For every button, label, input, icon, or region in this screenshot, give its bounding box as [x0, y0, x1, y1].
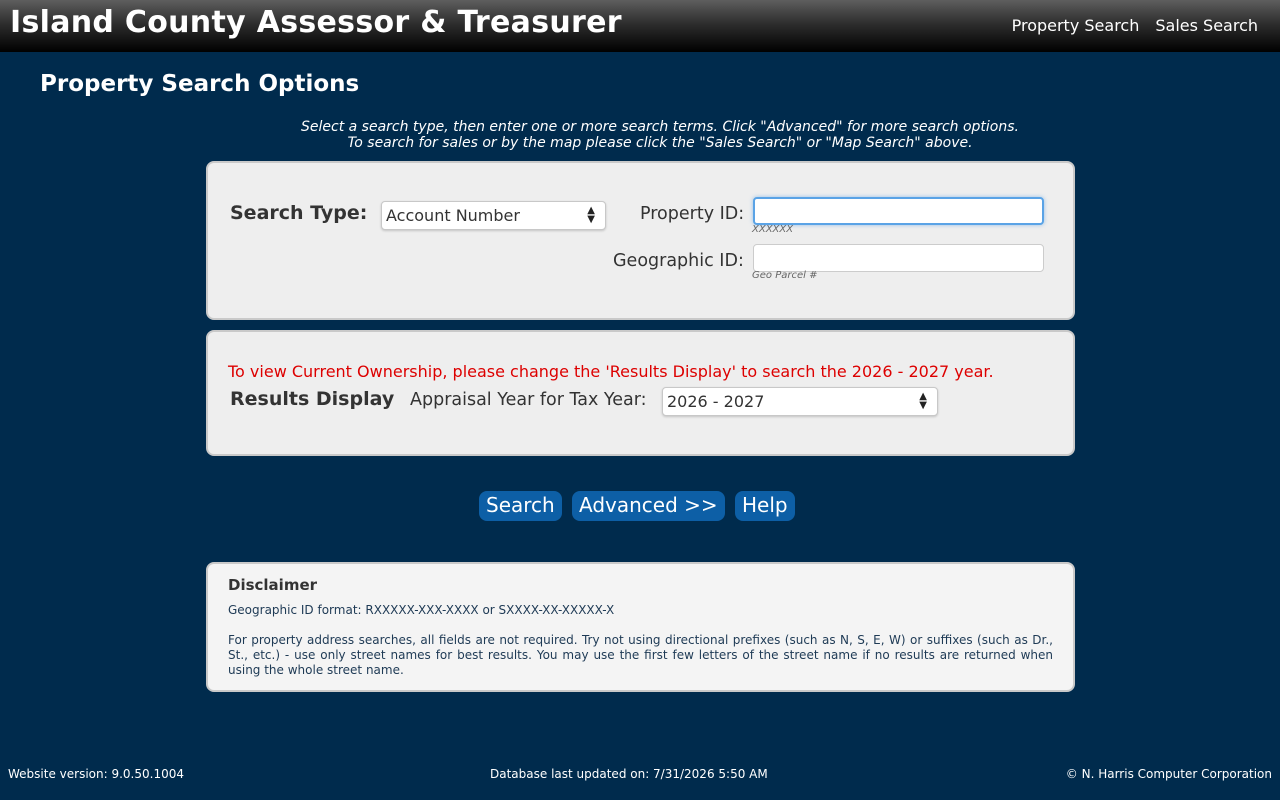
search-panel: Search Type: Account Number ▲ ▼ Property … — [206, 161, 1075, 320]
geographic-id-input[interactable] — [753, 244, 1044, 272]
intro-line-2: To search for sales or by the map please… — [347, 135, 973, 151]
site-title: Island County Assessor & Treasurer — [10, 5, 622, 40]
disclaimer-address-tips: For property address searches, all field… — [228, 633, 1053, 677]
help-button[interactable]: Help — [735, 491, 795, 521]
website-version: Website version: 9.0.50.1004 — [8, 767, 184, 781]
main-nav: Property Search Sales Search — [1012, 16, 1258, 35]
disclaimer-title: Disclaimer — [228, 576, 318, 594]
disclaimer-panel: Disclaimer Geographic ID format: RXXXXX-… — [206, 562, 1075, 692]
search-button[interactable]: Search — [479, 491, 562, 521]
ownership-warning: To view Current Ownership, please change… — [228, 362, 994, 381]
property-id-hint: XXXXXX — [752, 224, 794, 235]
intro-text: Select a search type, then enter one or … — [0, 119, 1280, 151]
property-id-input[interactable] — [753, 197, 1044, 225]
advanced-button[interactable]: Advanced >> — [572, 491, 725, 521]
disclaimer-geo-format: Geographic ID format: RXXXXX-XXX-XXXX or… — [228, 603, 615, 617]
intro-line-1: Select a search type, then enter one or … — [301, 119, 1019, 135]
select-arrows-icon: ▲ ▼ — [919, 391, 927, 411]
site-header: Island County Assessor & Treasurer Prope… — [0, 0, 1280, 52]
appraisal-year-value: 2026 - 2027 — [667, 392, 765, 411]
geographic-id-label: Geographic ID: — [613, 251, 744, 271]
search-type-value: Account Number — [386, 206, 520, 225]
search-type-label: Search Type: — [230, 202, 368, 224]
appraisal-year-select[interactable]: 2026 - 2027 ▲ ▼ — [662, 387, 938, 416]
nav-sales-search[interactable]: Sales Search — [1155, 16, 1258, 35]
nav-property-search[interactable]: Property Search — [1012, 16, 1140, 35]
property-id-label: Property ID: — [640, 204, 745, 224]
select-arrows-icon: ▲ ▼ — [587, 205, 595, 225]
results-display-label: Results Display — [230, 388, 395, 410]
copyright: © N. Harris Computer Corporation — [1065, 767, 1272, 781]
appraisal-year-label: Appraisal Year for Tax Year: — [410, 390, 647, 410]
page-title: Property Search Options — [40, 71, 360, 97]
database-updated: Database last updated on: 7/31/2026 5:50… — [490, 767, 768, 781]
search-type-select[interactable]: Account Number ▲ ▼ — [381, 201, 606, 230]
geographic-id-hint: Geo Parcel # — [752, 270, 818, 281]
results-panel: To view Current Ownership, please change… — [206, 330, 1075, 456]
